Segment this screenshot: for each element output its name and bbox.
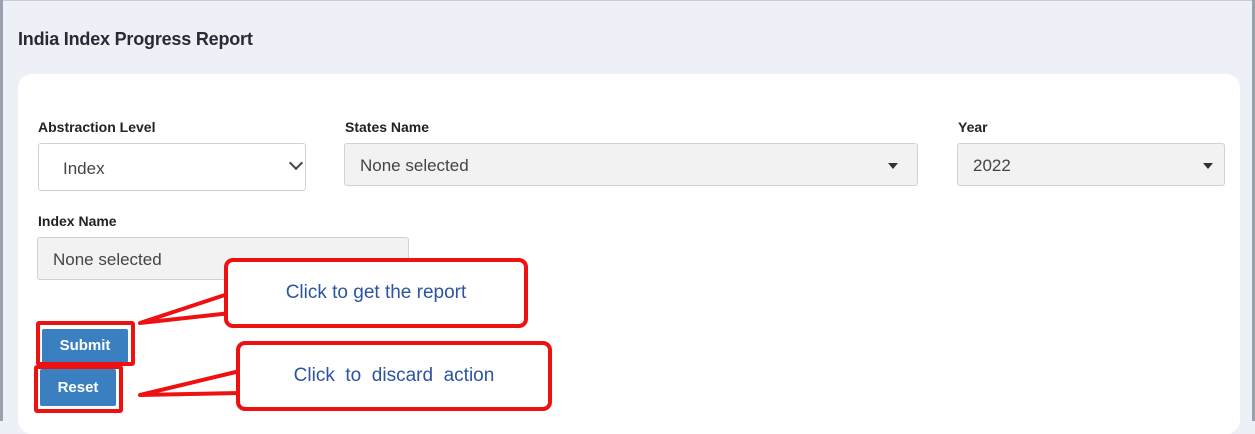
submit-callout: Click to get the report xyxy=(224,258,528,328)
reset-callout-pointer xyxy=(138,369,242,397)
callout-pointers xyxy=(138,288,242,397)
reset-callout: Click to discard action xyxy=(236,341,552,411)
